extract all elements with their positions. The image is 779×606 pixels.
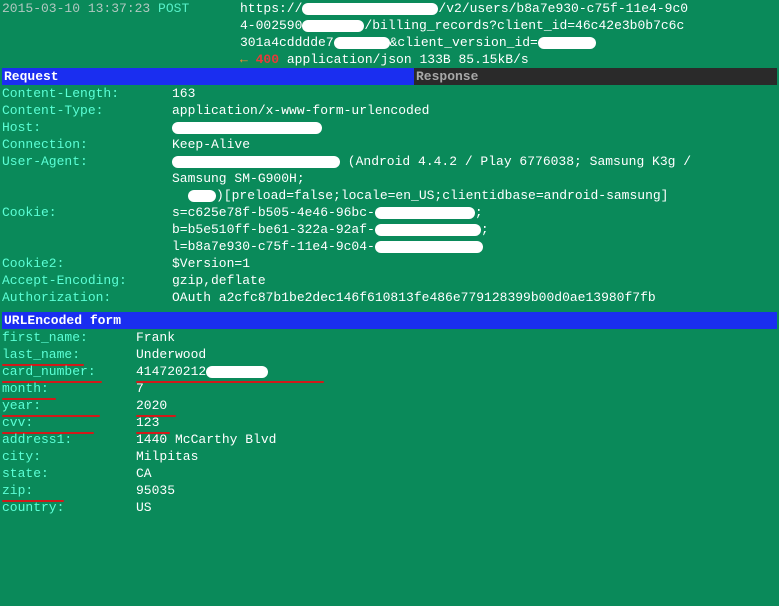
header-row: Connection: Keep-Alive [2, 136, 777, 153]
form-val: 7 [136, 380, 777, 397]
header-row: Accept-Encoding: gzip,deflate [2, 272, 777, 289]
timestamp: 2015-03-10 13:37:23 [2, 1, 150, 16]
header-key: User-Agent: [2, 153, 172, 170]
arrow-left-icon: ← [240, 52, 248, 67]
header-key: Accept-Encoding: [2, 272, 172, 289]
form-key: year: [2, 397, 136, 414]
form-row: zip: 95035 [2, 482, 777, 499]
form-row: city: Milpitas [2, 448, 777, 465]
header-row: Cookie2: $Version=1 [2, 255, 777, 272]
redacted [375, 207, 475, 219]
header-val: $Version=1 [172, 255, 777, 272]
http-method: POST [158, 1, 189, 16]
header-key: Content-Type: [2, 102, 172, 119]
response-line: ← 400 application/json 133B 85.15kB/s [2, 51, 777, 68]
redacted [172, 156, 340, 168]
form-val: 1440 McCarthy Blvd [136, 431, 777, 448]
form-key: month: [2, 380, 136, 397]
form-val: Frank [136, 329, 777, 346]
header-row: Host: [2, 119, 777, 136]
redacted [172, 122, 322, 134]
form-row: first_name: Frank [2, 329, 777, 346]
header-row-cont: )[preload=false;locale=en_US;clientidbas… [2, 187, 777, 204]
header-key: Host: [2, 119, 172, 136]
form-row: cvv: 123 [2, 414, 777, 431]
form-val: US [136, 499, 777, 516]
header-key: Connection: [2, 136, 172, 153]
form-row: address1: 1440 McCarthy Blvd [2, 431, 777, 448]
form-key: cvv: [2, 414, 136, 431]
form-key: state: [2, 465, 136, 482]
section-urlencoded-form: URLEncoded form [2, 312, 777, 329]
form-row: card_number: 414720212 [2, 363, 777, 380]
redacted [302, 3, 438, 15]
form-val: CA [136, 465, 777, 482]
form-val: 414720212 [136, 363, 777, 380]
form-row: month: 7 [2, 380, 777, 397]
request-line: 2015-03-10 13:37:23 POST https:///v2/use… [2, 0, 777, 17]
header-key: Cookie2: [2, 255, 172, 272]
redacted [334, 37, 390, 49]
form-key: card_number: [2, 363, 136, 380]
response-summary: application/json 133B 85.15kB/s [287, 52, 529, 67]
form-row: last_name: Underwood [2, 346, 777, 363]
form-key: first_name: [2, 329, 136, 346]
form-key: country: [2, 499, 136, 516]
form-key: city: [2, 448, 136, 465]
header-key: Cookie: [2, 204, 172, 221]
redacted [375, 241, 483, 253]
form-val: Underwood [136, 346, 777, 363]
redacted [302, 20, 364, 32]
header-val: OAuth a2cfc87b1be2dec146f610813fe486e779… [172, 289, 777, 306]
header-row: User-Agent: (Android 4.4.2 / Play 677603… [2, 153, 777, 170]
tab-request[interactable]: Request [2, 68, 414, 85]
header-row: Content-Length: 163 [2, 85, 777, 102]
form-key: last_name: [2, 346, 136, 363]
redacted [206, 366, 268, 378]
form-row: country: US [2, 499, 777, 516]
header-val: 163 [172, 85, 777, 102]
header-row: Cookie: s=c625e78f-b505-4e46-96bc-; [2, 204, 777, 221]
form-row: state: CA [2, 465, 777, 482]
form-val: 2020 [136, 397, 777, 414]
redacted [188, 190, 216, 202]
header-val: application/x-www-form-urlencoded [172, 102, 777, 119]
header-row-cont: b=b5e510ff-be61-322a-92af-; [2, 221, 777, 238]
form-val: Milpitas [136, 448, 777, 465]
header-val: (Android 4.4.2 / Play 6776038; Samsung K… [172, 153, 777, 170]
header-key: Content-Length: [2, 85, 172, 102]
request-url: https:///v2/users/b8a7e930-c75f-11e4-9c0 [240, 0, 688, 17]
tab-response[interactable]: Response [414, 68, 777, 85]
header-key: Authorization: [2, 289, 172, 306]
tab-bar: Request Response [2, 68, 777, 85]
form-val: 95035 [136, 482, 777, 499]
header-val: Keep-Alive [172, 136, 777, 153]
header-val [172, 119, 777, 136]
form-val: 123 [136, 414, 777, 431]
http-flow-view: 2015-03-10 13:37:23 POST https:///v2/use… [0, 0, 779, 516]
request-url-cont: 4-002590/billing_records?client_id=46c42… [2, 17, 777, 34]
header-row-cont: Samsung SM-G900H; [2, 170, 777, 187]
form-key: address1: [2, 431, 136, 448]
request-url-cont2: 301a4cdddde7&client_version_id= [2, 34, 777, 51]
redacted [538, 37, 596, 49]
header-val: gzip,deflate [172, 272, 777, 289]
header-row: Content-Type: application/x-www-form-url… [2, 102, 777, 119]
header-row: Authorization: OAuth a2cfc87b1be2dec146f… [2, 289, 777, 306]
header-row-cont: l=b8a7e930-c75f-11e4-9c04- [2, 238, 777, 255]
redacted [375, 224, 481, 236]
form-row: year: 2020 [2, 397, 777, 414]
http-status-code: 400 [256, 52, 279, 67]
form-key: zip: [2, 482, 136, 499]
